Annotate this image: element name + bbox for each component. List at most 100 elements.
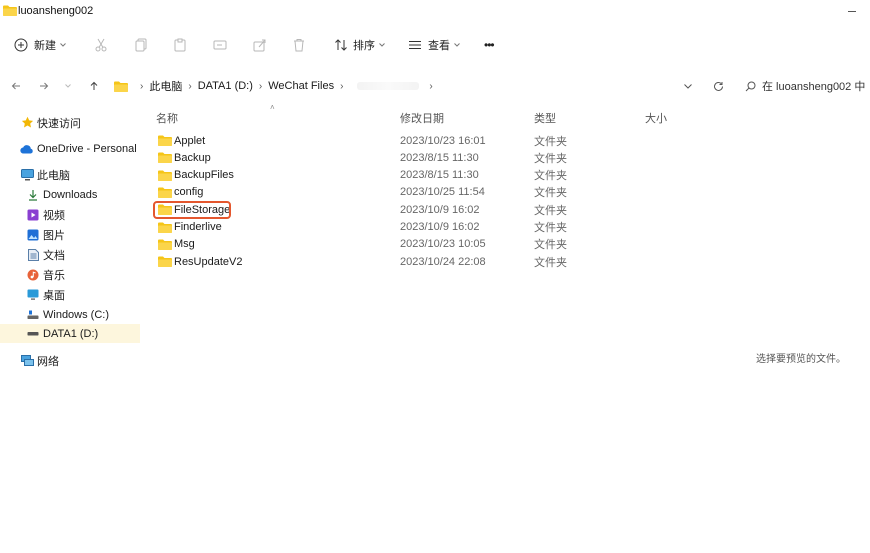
copy-icon: [135, 38, 147, 52]
sidebar-item-videos[interactable]: 视频: [0, 205, 140, 224]
file-name-cell: Finderlive: [158, 219, 222, 236]
file-name: BackupFiles: [174, 169, 234, 182]
search-input[interactable]: 在 luoansheng002 中: [762, 78, 865, 94]
navigation-pane: 快速访问 OneDrive - Personal 此电脑 Downloads 视…: [0, 110, 140, 380]
rename-icon: [213, 40, 227, 50]
table-row[interactable]: Backup 2023/8/15 11:30 文件夹: [150, 149, 750, 166]
command-bar: 新建 排序 查看 •••: [0, 30, 870, 60]
sidebar-item-label: 网络: [37, 355, 59, 368]
rename-button[interactable]: [213, 30, 227, 60]
sidebar-item-pictures[interactable]: 图片: [0, 225, 140, 244]
folder-icon: [158, 187, 172, 198]
file-date: 2023/10/25 11:54: [400, 186, 485, 199]
search-box[interactable]: 在 luoansheng002 中: [745, 72, 870, 100]
folder-icon: [158, 222, 172, 233]
search-icon: [745, 81, 756, 91]
file-name-cell: ResUpdateV2: [158, 253, 243, 270]
drive-icon: [26, 327, 40, 341]
file-date: 2023/10/23 10:05: [400, 238, 486, 251]
breadcrumb-item[interactable]: DATA1 (D:): [198, 80, 253, 92]
breadcrumb-item[interactable]: 此电脑: [149, 78, 182, 94]
chevron-down-icon: [454, 43, 460, 47]
cut-button[interactable]: [94, 30, 108, 60]
new-button[interactable]: 新建: [14, 30, 66, 60]
delete-button[interactable]: [292, 30, 306, 60]
file-name-cell: Msg: [158, 236, 195, 253]
table-row[interactable]: config 2023/10/25 11:54 文件夹: [150, 184, 750, 201]
sidebar-item-label: 视频: [43, 209, 65, 222]
arrow-right-icon: [40, 82, 49, 90]
sort-button[interactable]: 排序: [334, 30, 385, 60]
address-history-dropdown[interactable]: [678, 72, 698, 100]
table-row[interactable]: Applet 2023/10/23 16:01 文件夹: [150, 132, 750, 149]
column-header-date[interactable]: 修改日期: [400, 109, 444, 127]
table-row[interactable]: Finderlive 2023/10/9 16:02 文件夹: [150, 219, 750, 236]
minimize-button[interactable]: [848, 11, 856, 12]
more-label: •••: [484, 38, 495, 52]
file-type: 文件夹: [534, 187, 567, 200]
file-date: 2023/10/9 16:02: [400, 203, 480, 216]
file-type: 文件夹: [534, 135, 567, 148]
folder-icon: [158, 135, 172, 146]
up-button[interactable]: [84, 72, 104, 100]
clipboard-icon: [174, 38, 186, 52]
sidebar-item-label: 桌面: [43, 289, 65, 302]
table-row[interactable]: FileStorage 2023/10/9 16:02 文件夹: [150, 201, 750, 218]
refresh-button[interactable]: [708, 72, 728, 100]
copy-button[interactable]: [134, 30, 148, 60]
file-date: 2023/10/9 16:02: [400, 221, 480, 233]
folder-icon: [114, 81, 128, 92]
sidebar-item-label: OneDrive - Personal: [37, 142, 137, 155]
address-row: › 此电脑 › DATA1 (D:) › WeChat Files › › 在 …: [0, 72, 870, 100]
breadcrumb[interactable]: › 此电脑 › DATA1 (D:) › WeChat Files › ›: [114, 72, 439, 100]
plus-circle-icon: [14, 38, 28, 52]
file-name: Finderlive: [174, 221, 222, 233]
share-button[interactable]: [253, 30, 267, 60]
view-button[interactable]: 查看: [408, 30, 460, 60]
table-row[interactable]: BackupFiles 2023/8/15 11:30 文件夹: [150, 167, 750, 184]
video-icon: [26, 208, 40, 222]
sidebar-item-windows-c[interactable]: Windows (C:): [0, 305, 140, 324]
sidebar-item-documents[interactable]: 文档: [0, 245, 140, 264]
sidebar-item-onedrive[interactable]: OneDrive - Personal: [0, 139, 140, 158]
sort-caret-icon: ˄: [270, 103, 275, 112]
chevron-down-icon: [60, 43, 66, 47]
sidebar-item-label: DATA1 (D:): [43, 327, 99, 340]
chevron-down-icon: [65, 84, 71, 88]
paste-button[interactable]: [173, 30, 187, 60]
file-type: 文件夹: [534, 239, 567, 252]
file-date: 2023/8/15 11:30: [400, 151, 479, 164]
file-type: 文件夹: [534, 170, 567, 183]
refresh-icon: [713, 81, 723, 91]
sidebar-item-this-pc[interactable]: 此电脑: [0, 165, 140, 184]
sidebar-item-label: Windows (C:): [43, 308, 110, 321]
forward-button[interactable]: [34, 72, 54, 100]
sidebar-item-desktop[interactable]: 桌面: [0, 285, 140, 304]
network-icon: [20, 354, 34, 368]
sidebar-item-network[interactable]: 网络: [0, 351, 140, 370]
column-header-name[interactable]: 名称: [156, 109, 178, 127]
sidebar-item-label: 图片: [43, 229, 65, 242]
table-row[interactable]: Msg 2023/10/23 10:05 文件夹: [150, 236, 750, 253]
column-header-size[interactable]: 大小: [645, 109, 667, 127]
column-header-type[interactable]: 类型: [534, 109, 556, 127]
arrow-left-icon: [11, 82, 20, 90]
more-button[interactable]: •••: [484, 30, 495, 60]
file-name-cell: config: [158, 184, 203, 201]
sidebar-item-music[interactable]: 音乐: [0, 265, 140, 284]
chevron-right-icon: ›: [429, 80, 433, 92]
cloud-icon: [20, 142, 34, 156]
table-row[interactable]: ResUpdateV2 2023/10/24 22:08 文件夹: [150, 253, 750, 270]
recent-dropdown[interactable]: [58, 72, 78, 100]
sidebar-item-quick-access[interactable]: 快速访问: [0, 113, 140, 132]
sidebar-item-label: Downloads: [43, 188, 98, 201]
breadcrumb-item[interactable]: WeChat Files: [268, 80, 334, 92]
document-icon: [26, 248, 40, 262]
sidebar-item-label: 此电脑: [37, 169, 70, 182]
file-name: Msg: [174, 238, 195, 251]
sidebar-item-downloads[interactable]: Downloads: [0, 185, 140, 204]
folder-icon: [158, 152, 172, 164]
back-button[interactable]: [6, 72, 26, 100]
chevron-right-icon: ›: [340, 80, 344, 92]
sidebar-item-data1-d[interactable]: DATA1 (D:): [0, 324, 140, 343]
